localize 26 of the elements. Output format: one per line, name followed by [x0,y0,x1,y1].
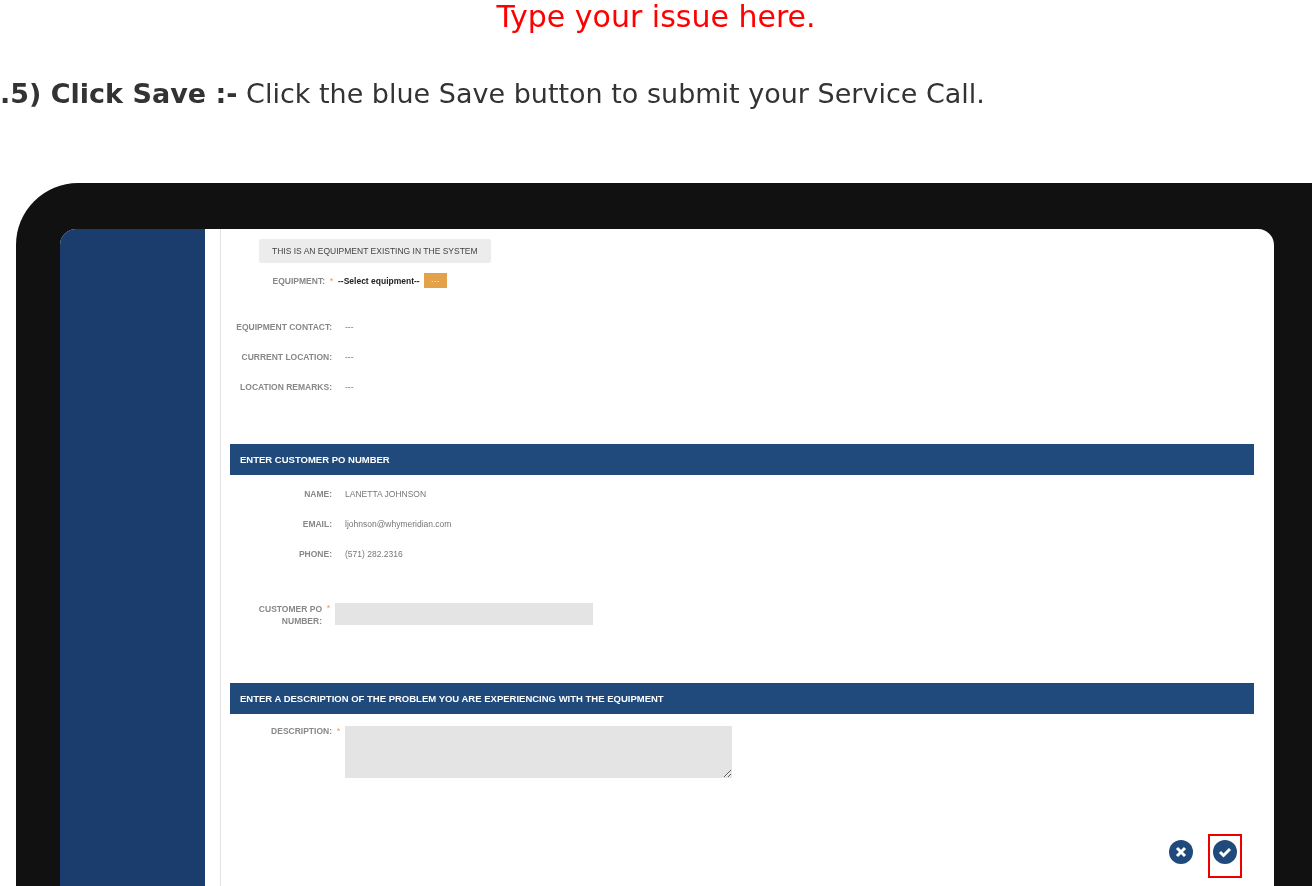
field-label: EMAIL: [301,519,332,529]
required-mark: * [325,603,332,613]
field-label: LOCATION REMARKS: [239,382,332,392]
required-mark: * [335,726,342,736]
po-number-field[interactable] [335,603,593,625]
section-header: ENTER CUSTOMER PO NUMBER [230,444,1254,475]
required-mark: * [328,275,335,286]
section-header: ENTER A DESCRIPTION OF THE PROBLEM YOU ARE EXPERIENCING WITH THE EQUIPMENT [230,683,1254,714]
field-label: EQUIPMENT CONTACT: [235,322,332,332]
field-label: CUSTOMER PO NUMBER: [257,603,322,627]
field-label: CURRENT LOCATION: [240,352,332,362]
field-label: NAME: [303,489,332,499]
field-label: PHONE: [297,549,332,559]
field-value: --- [345,322,354,332]
equipment-select[interactable]: --Select equipment-- [338,275,420,286]
equipment-note: THIS IS AN EQUIPMENT EXISTING IN THE SYSTEM [259,239,491,263]
close-icon [1169,840,1193,864]
banner-text: Type your issue here. [495,0,817,34]
field-value: --- [345,382,354,392]
checkmark-icon [1213,840,1237,864]
instruction-text: .5) Click Save :- Click the blue Save button to submit your Service Call. [0,78,986,109]
save-button[interactable] [1208,834,1242,878]
field-label: DESCRIPTION: [270,726,332,736]
field-value: --- [345,352,354,362]
field-label: EQUIPMENT: [271,275,325,286]
description-field[interactable] [345,726,732,778]
